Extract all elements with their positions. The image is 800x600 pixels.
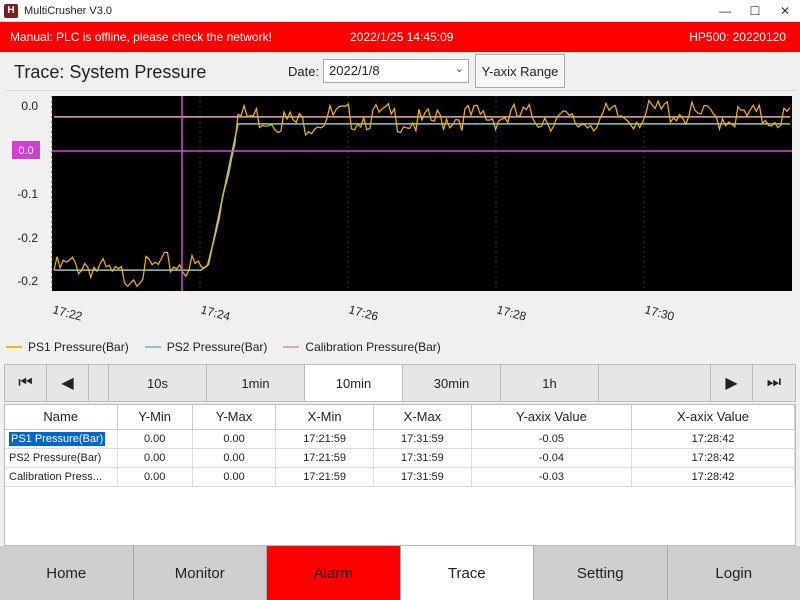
chevron-down-icon: ⌄ (454, 63, 464, 75)
nav-setting[interactable]: Setting (534, 546, 668, 600)
range-10min[interactable]: 10min (305, 365, 403, 401)
row-yvalue: -0.05 (471, 429, 633, 449)
col-xvalue: X-axix Value (631, 405, 795, 430)
col-ymin: Y-Min (117, 405, 193, 430)
x-tick-label: 17:28 (495, 302, 528, 323)
nav-monitor[interactable]: Monitor (133, 546, 267, 600)
x-tick-label: 17:26 (347, 302, 380, 323)
first-page-icon[interactable]: ⏮ (5, 365, 47, 401)
legend-item-calibration: Calibration Pressure(Bar) (283, 338, 441, 356)
series-table: Name Y-Min Y-Max X-Min X-Max Y-axix Valu… (4, 404, 796, 546)
legend-label-calibration: Calibration Pressure(Bar) (305, 340, 441, 354)
table-row[interactable]: PS2 Pressure(Bar) 0.00 0.00 17:21:59 17:… (5, 448, 795, 468)
range-10s[interactable]: 10s (109, 365, 207, 401)
time-navigation: ⏮ ◀ 10s 1min 10min 30min 1h ▶ ⏭ (4, 364, 796, 402)
maximize-button[interactable]: ☐ (740, 0, 770, 22)
date-label: Date: (288, 64, 320, 79)
next-icon[interactable]: ▶ (711, 365, 753, 401)
legend-label-ps2: PS2 Pressure(Bar) (166, 340, 268, 354)
plot-background (52, 96, 792, 291)
row-name: Calibration Press... (5, 467, 118, 487)
y-tick-label: -0.1 (17, 187, 38, 201)
legend-swatch-ps2 (144, 346, 161, 348)
table-header-row: Name Y-Min Y-Max X-Min X-Max Y-axix Valu… (5, 405, 795, 430)
legend-label-ps1: PS1 Pressure(Bar) (28, 340, 129, 354)
table-row[interactable]: PS1 Pressure(Bar) 0.00 0.00 17:21:59 17:… (5, 429, 795, 449)
chart-legend: PS1 Pressure(Bar) PS2 Pressure(Bar) Cali… (6, 338, 526, 356)
range-1h[interactable]: 1h (501, 365, 599, 401)
banner-message: Manual: PLC is offline, please check the… (10, 30, 272, 44)
x-tick-label: 17:22 (51, 302, 84, 323)
col-ymax: Y-Max (192, 405, 277, 430)
nav-spacer (89, 365, 109, 401)
row-ymax: 0.00 (192, 467, 277, 487)
col-xmax: X-Max (373, 405, 472, 430)
row-xvalue: 17:28:42 (631, 429, 795, 449)
row-xmin: 17:21:59 (275, 429, 374, 449)
row-ymax: 0.00 (192, 448, 277, 468)
nav-empty-space (599, 365, 711, 401)
row-name: PS1 Pressure(Bar) (5, 429, 118, 449)
col-xmin: X-Min (275, 405, 374, 430)
nav-trace[interactable]: Trace (400, 546, 534, 600)
alarm-banner: Manual: PLC is offline, please check the… (0, 22, 800, 52)
page-title: Trace: System Pressure (14, 62, 207, 82)
app-icon: H (4, 3, 18, 18)
y-tick-label: -0.2 (17, 231, 38, 245)
row-yvalue: -0.04 (471, 448, 633, 468)
row-xvalue: 17:28:42 (631, 448, 795, 468)
row-ymin: 0.00 (117, 467, 193, 487)
row-name: PS2 Pressure(Bar) (5, 448, 118, 468)
row-ymin: 0.00 (117, 429, 193, 449)
nav-home[interactable]: Home (0, 546, 134, 600)
previous-icon[interactable]: ◀ (47, 365, 89, 401)
close-button[interactable]: ✕ (770, 0, 800, 22)
row-xmax: 17:31:59 (373, 467, 472, 487)
col-name: Name (5, 405, 118, 430)
series-data-table: Name Y-Min Y-Max X-Min X-Max Y-axix Valu… (5, 405, 795, 487)
minimize-button[interactable]: — (710, 0, 740, 22)
y-tick-label: 0.0 (21, 99, 38, 113)
row-xvalue: 17:28:42 (631, 467, 795, 487)
row-ymin: 0.00 (117, 448, 193, 468)
window-title: MultiCrusher V3.0 (24, 4, 113, 17)
chart-svg: 0.00.0-0.1-0.2-0.2 0.0 17:2217:2417:2617… (12, 96, 792, 324)
banner-datetime: 2022/1/25 14:45:09 (350, 30, 454, 44)
date-dropdown[interactable]: 2022/1/8 ⌄ (323, 59, 469, 83)
legend-swatch-ps1 (6, 346, 22, 348)
row-xmin: 17:21:59 (275, 448, 374, 468)
x-tick-label: 17:30 (643, 302, 676, 323)
nav-alarm[interactable]: Alarm (267, 546, 401, 600)
row-yvalue: -0.03 (471, 467, 633, 487)
x-tick-label: 17:24 (199, 302, 232, 323)
window-controls: — ☐ ✕ (710, 0, 800, 22)
bottom-navigation: Home Monitor Alarm Trace Setting Login (0, 546, 800, 600)
cursor-value: 0.0 (18, 145, 33, 157)
table-row[interactable]: Calibration Press... 0.00 0.00 17:21:59 … (5, 467, 795, 487)
legend-item-ps1: PS1 Pressure(Bar) (6, 338, 129, 356)
trace-chart[interactable]: 0.00.0-0.1-0.2-0.2 0.0 17:2217:2417:2617… (6, 90, 796, 362)
row-xmax: 17:31:59 (373, 429, 472, 449)
col-yvalue: Y-axix Value (471, 405, 633, 430)
legend-swatch-calibration (283, 346, 300, 348)
title-bar: H MultiCrusher V3.0 — ☐ ✕ (0, 0, 800, 22)
legend-item-ps2: PS2 Pressure(Bar) (144, 338, 268, 356)
range-1min[interactable]: 1min (207, 365, 305, 401)
row-name-text: PS1 Pressure(Bar) (9, 431, 106, 446)
last-page-icon[interactable]: ⏭ (753, 365, 795, 401)
range-30min[interactable]: 30min (403, 365, 501, 401)
banner-model: HP500: 20220120 (689, 30, 786, 44)
date-value: 2022/1/8 (329, 63, 380, 78)
y-tick-label: -0.2 (17, 274, 38, 288)
y-axis-range-button[interactable]: Y-axix Range (475, 54, 565, 88)
nav-login[interactable]: Login (667, 546, 800, 600)
row-xmax: 17:31:59 (373, 448, 472, 468)
row-xmin: 17:21:59 (275, 467, 374, 487)
row-ymax: 0.00 (192, 429, 277, 449)
